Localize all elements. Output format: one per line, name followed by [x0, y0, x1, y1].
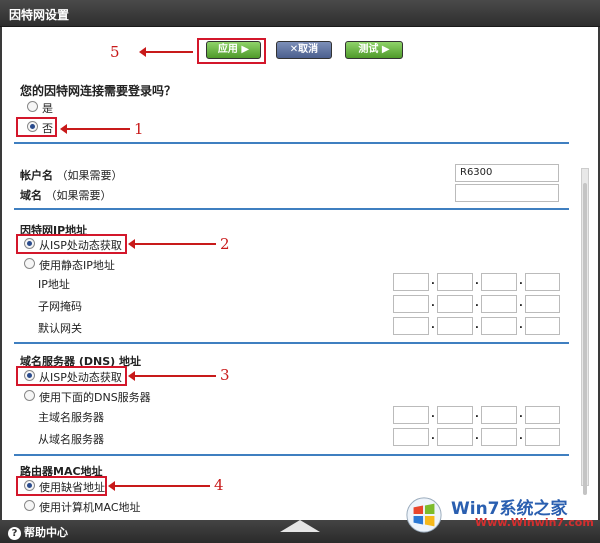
- primary-dns-octet-4[interactable]: [525, 406, 560, 424]
- gateway-octet-2[interactable]: [437, 317, 473, 335]
- subnet-mask-octet-2[interactable]: [437, 295, 473, 313]
- domain-name-input[interactable]: [455, 184, 559, 202]
- mac-default-radio[interactable]: [24, 480, 35, 491]
- subnet-mask-octet-4[interactable]: [525, 295, 560, 313]
- collapse-handle-icon[interactable]: [280, 520, 320, 532]
- apply-button[interactable]: 应用 ▶: [206, 41, 261, 59]
- mac-computer-label: 使用计算机MAC地址: [39, 501, 141, 514]
- gateway-octet-1[interactable]: [393, 317, 429, 335]
- ip-dynamic-radio[interactable]: [24, 238, 35, 249]
- domain-name-hint: （如果需要）: [45, 189, 112, 202]
- section-divider: [14, 342, 569, 344]
- windows-logo-icon: [406, 497, 442, 533]
- mac-default-label: 使用缺省地址: [39, 481, 105, 494]
- primary-dns-octet-3[interactable]: [481, 406, 517, 424]
- secondary-dns-octet-1[interactable]: [393, 428, 429, 446]
- annotation-number-2: 2: [220, 235, 230, 253]
- domain-name-label: 域名: [20, 189, 42, 202]
- account-name-input[interactable]: R6300: [455, 164, 559, 182]
- annotation-arrow-2: [128, 239, 216, 249]
- dns-dynamic-radio[interactable]: [24, 370, 35, 381]
- ip-static-label: 使用静态IP地址: [39, 259, 115, 272]
- gateway-octet-4[interactable]: [525, 317, 560, 335]
- primary-dns-label: 主域名服务器: [38, 411, 104, 424]
- ip-dynamic-label: 从ISP处动态获取: [39, 239, 122, 252]
- default-gateway-label: 默认网关: [38, 322, 82, 335]
- annotation-number-1: 1: [134, 120, 144, 138]
- watermark-url: Www.Winwin7.com: [475, 516, 594, 529]
- watermark: Win7系统之家 Www.Winwin7.com: [405, 492, 595, 540]
- ip-static-radio[interactable]: [24, 258, 35, 269]
- login-yes-label: 是: [42, 102, 53, 115]
- ip-address-octet-1[interactable]: [393, 273, 429, 291]
- secondary-dns-octet-4[interactable]: [525, 428, 560, 446]
- ip-address-octet-4[interactable]: [525, 273, 560, 291]
- annotation-number-5: 5: [110, 43, 120, 61]
- subnet-mask-label: 子网掩码: [38, 300, 82, 313]
- login-question: 您的因特网连接需要登录吗？: [20, 84, 177, 98]
- subnet-mask-octet-3[interactable]: [481, 295, 517, 313]
- annotation-arrow-1: [60, 124, 130, 134]
- help-icon: ?: [8, 527, 21, 540]
- mac-computer-radio[interactable]: [24, 500, 35, 511]
- dns-static-radio[interactable]: [24, 390, 35, 401]
- section-divider: [14, 208, 569, 210]
- secondary-dns-label: 从域名服务器: [38, 433, 104, 446]
- annotation-arrow-4: [108, 481, 210, 491]
- gateway-octet-3[interactable]: [481, 317, 517, 335]
- scrollbar-thumb[interactable]: [583, 183, 587, 495]
- ip-address-octet-2[interactable]: [437, 273, 473, 291]
- title-bar: 因特网设置: [0, 0, 600, 27]
- account-name-hint: （如果需要）: [56, 169, 123, 182]
- annotation-number-3: 3: [220, 366, 230, 384]
- secondary-dns-octet-2[interactable]: [437, 428, 473, 446]
- dns-static-label: 使用下面的DNS服务器: [39, 391, 151, 404]
- help-center-link[interactable]: ? 帮助中心: [8, 524, 68, 540]
- cancel-button[interactable]: ✕取消: [276, 41, 332, 59]
- section-divider: [14, 454, 569, 456]
- primary-dns-octet-1[interactable]: [393, 406, 429, 424]
- annotation-arrow-5: [139, 47, 193, 57]
- scrollbar[interactable]: [581, 168, 589, 495]
- login-no-label: 否: [42, 122, 53, 135]
- subnet-mask-octet-1[interactable]: [393, 295, 429, 313]
- window-title: 因特网设置: [9, 8, 70, 22]
- ip-address-label: IP地址: [38, 278, 70, 291]
- dns-dynamic-label: 从ISP处动态获取: [39, 371, 122, 384]
- test-button[interactable]: 测试 ▶: [345, 41, 403, 59]
- section-divider: [14, 142, 569, 144]
- primary-dns-octet-2[interactable]: [437, 406, 473, 424]
- help-center-label: 帮助中心: [24, 526, 68, 539]
- annotation-arrow-3: [128, 371, 216, 381]
- ip-address-octet-3[interactable]: [481, 273, 517, 291]
- domain-name-row: 域名 （如果需要）: [20, 187, 112, 203]
- account-name-row: 帐户名 （如果需要）: [20, 167, 123, 183]
- account-name-label: 帐户名: [20, 169, 53, 182]
- annotation-number-4: 4: [214, 476, 224, 494]
- login-yes-radio[interactable]: [27, 101, 38, 112]
- login-no-radio[interactable]: [27, 121, 38, 132]
- secondary-dns-octet-3[interactable]: [481, 428, 517, 446]
